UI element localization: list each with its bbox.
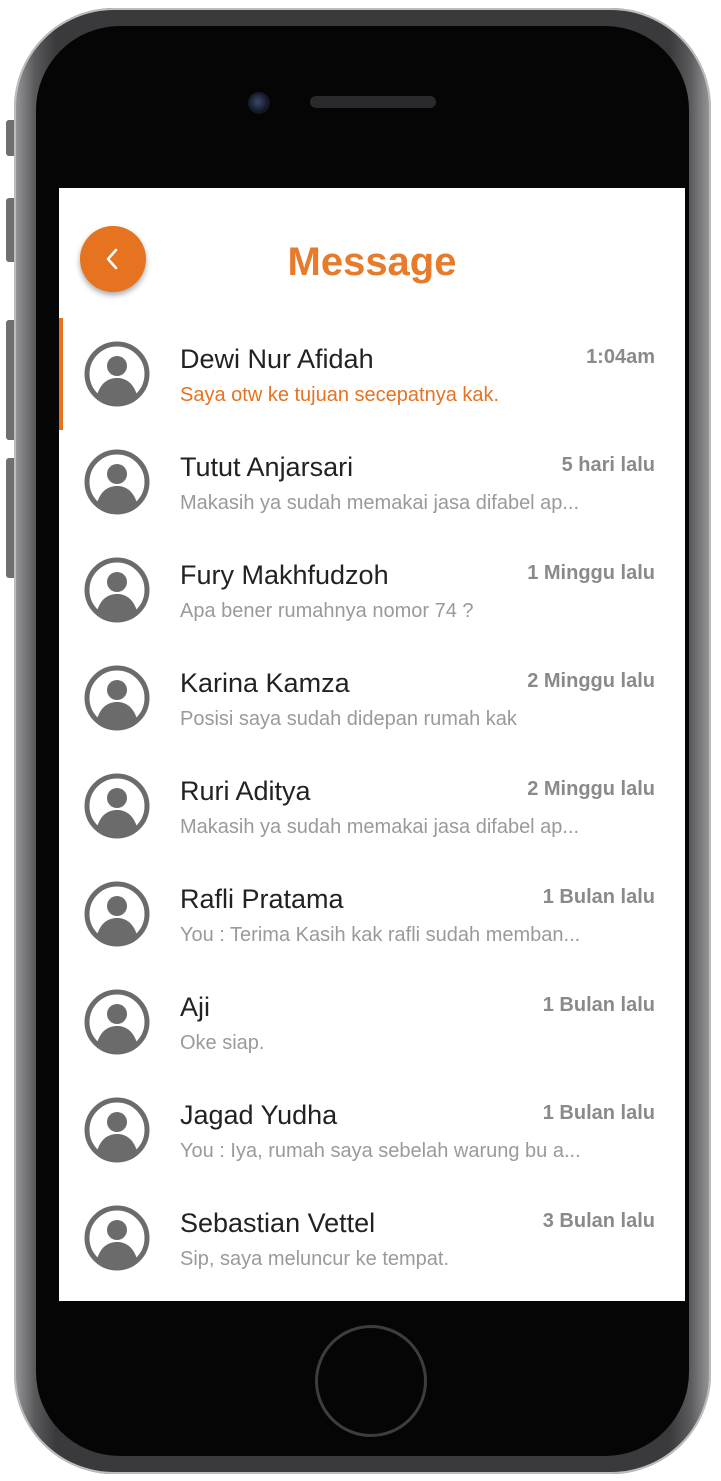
contact-name: Fury Makhfudzoh [180, 560, 389, 590]
volume-up-button [6, 198, 14, 262]
contact-name: Ruri Aditya [180, 776, 311, 806]
message-preview: You : Iya, rumah saya sebelah warung bu … [180, 1140, 581, 1162]
message-time: 1:04am [586, 346, 655, 368]
contact-name: Rafli Pratama [180, 884, 344, 914]
avatar-icon [83, 556, 151, 624]
avatar-icon [83, 340, 151, 408]
message-preview: Makasih ya sudah memakai jasa difabel ap… [180, 816, 580, 838]
conversation-row[interactable]: Fury Makhfudzoh 1 Minggu lalu Apa bener ru… [59, 534, 685, 642]
message-preview: You : Terima Kasih kak rafli sudah memba… [180, 924, 581, 946]
message-preview: Sip, saya meluncur ke tempat. [180, 1248, 450, 1270]
contact-name: Sebastian Vettel [180, 1208, 376, 1238]
conversation-row[interactable]: Tutut Anjarsari 5 hari lalu Makasih ya sud… [59, 426, 685, 534]
home-button[interactable] [315, 1325, 427, 1437]
message-preview: Posisi saya sudah didepan rumah kak [180, 708, 517, 730]
contact-name: Karina Kamza [180, 668, 350, 698]
message-time: 1 Minggu lalu [527, 562, 655, 584]
message-screen: Message Dewi Nur Afidah 1:04am Saya otw ke… [59, 188, 685, 1301]
earpiece-speaker [310, 96, 436, 108]
avatar-icon [83, 448, 151, 516]
mute-switch [6, 120, 14, 156]
message-preview: Saya otw ke tujuan secepatnya kak. [180, 384, 500, 406]
conversation-row[interactable]: Jagad Yudha 1 Bulan lalu You : Iya, rumah … [59, 1074, 685, 1182]
message-preview: Oke siap. [180, 1032, 265, 1054]
conversation-row[interactable]: Sebastian Vettel 3 Bulan lalu Sip, saya me… [59, 1182, 685, 1290]
message-preview: Makasih ya sudah memakai jasa difabel ap… [180, 492, 580, 514]
contact-name: Aji [180, 992, 211, 1022]
volume-down-button [6, 320, 14, 440]
conversation-row[interactable]: Rafli Pratama 1 Bulan lalu You : Terima Ka… [59, 858, 685, 966]
avatar-icon [83, 880, 151, 948]
conversation-row[interactable]: Dewi Nur Afidah 1:04am Saya otw ke tujuan … [59, 318, 685, 426]
message-time: 1 Bulan lalu [542, 1102, 655, 1124]
contact-name: Jagad Yudha [180, 1100, 338, 1130]
side-button [6, 458, 14, 578]
message-time: 1 Bulan lalu [542, 994, 655, 1016]
front-camera [248, 92, 270, 114]
page-title: Message [287, 240, 457, 284]
conversation-row[interactable]: Aji 1 Bulan lalu Oke siap. [59, 966, 685, 1074]
message-preview: Apa bener rumahnya nomor 74 ? [180, 600, 474, 622]
message-time: 5 hari lalu [561, 454, 655, 476]
contact-name: Dewi Nur Afidah [180, 344, 374, 374]
message-time: 3 Bulan lalu [542, 1210, 655, 1232]
conversation-row[interactable]: Karina Kamza 2 Minggu lalu Posisi saya sud… [59, 642, 685, 750]
conversation-row[interactable]: Ruri Aditya 2 Minggu lalu Makasih ya sudah… [59, 750, 685, 858]
avatar-icon [83, 772, 151, 840]
message-time: 1 Bulan lalu [542, 886, 655, 908]
avatar-icon [83, 1204, 151, 1272]
avatar-icon [83, 988, 151, 1056]
avatar-icon [83, 664, 151, 732]
message-time: 2 Minggu lalu [527, 778, 655, 800]
message-time: 2 Minggu lalu [527, 670, 655, 692]
contact-name: Tutut Anjarsari [180, 452, 354, 482]
avatar-icon [83, 1096, 151, 1164]
